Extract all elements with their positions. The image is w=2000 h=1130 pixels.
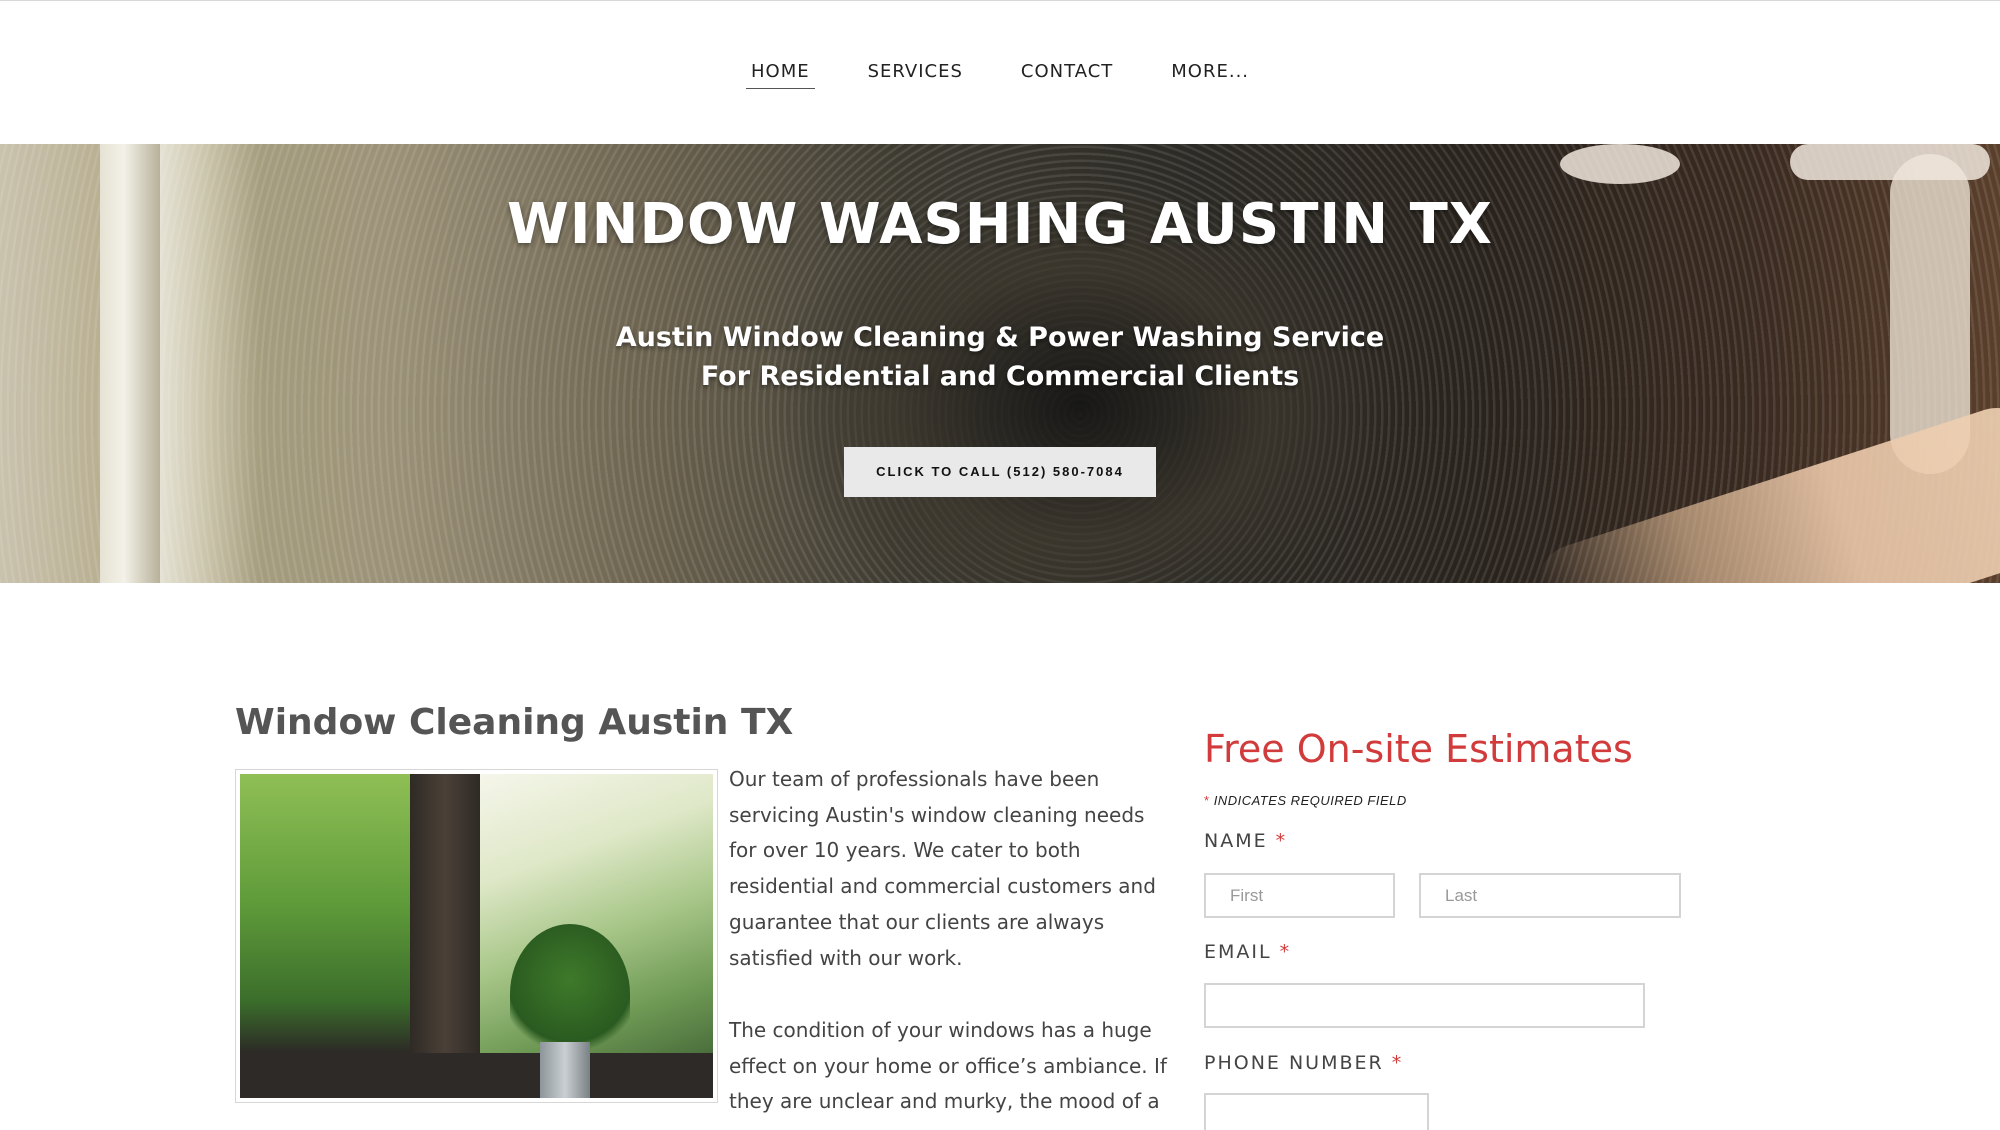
first-name-input[interactable]: First	[1204, 873, 1395, 918]
nav-contact[interactable]: CONTACT	[1016, 61, 1118, 88]
window-sill	[240, 1053, 713, 1098]
required-note-text: INDICATES REQUIRED FIELD	[1213, 793, 1407, 808]
main-nav: HOME SERVICES CONTACT MORE...	[0, 61, 2000, 89]
section-heading: Window Cleaning Austin TX	[235, 702, 794, 743]
email-label: EMAIL *	[1204, 941, 1291, 963]
hero-title: WINDOW WASHING AUSTIN TX	[507, 192, 1493, 257]
window-frame	[410, 774, 480, 1098]
phone-label: PHONE NUMBER *	[1204, 1052, 1403, 1074]
hero-subtitle-line-1: Austin Window Cleaning & Power Washing S…	[615, 322, 1385, 353]
hero-subtitle-line-2: For Residential and Commercial Clients	[700, 361, 1300, 392]
last-name-input[interactable]: Last	[1419, 873, 1681, 918]
hero-banner: WINDOW WASHING AUSTIN TX Austin Window C…	[0, 144, 2000, 583]
plant-pot	[540, 1042, 590, 1098]
nav-home[interactable]: HOME	[745, 61, 815, 89]
nav-services[interactable]: SERVICES	[863, 61, 968, 88]
phone-input[interactable]	[1204, 1093, 1429, 1130]
intro-paragraph: Our team of professionals have been serv…	[729, 767, 1156, 970]
estimate-form-title: Free On-site Estimates	[1204, 727, 1633, 771]
hero-soap-foam	[1790, 144, 1990, 180]
second-paragraph: The condition of your windows has a huge…	[729, 1018, 1167, 1114]
required-star: *	[1391, 1052, 1404, 1074]
required-star: *	[1279, 941, 1292, 963]
required-field-note: * INDICATES REQUIRED FIELD	[1204, 793, 1407, 808]
required-star: *	[1204, 793, 1210, 808]
window-photo	[235, 769, 718, 1103]
name-label-text: NAME	[1204, 830, 1268, 852]
nav-more[interactable]: MORE...	[1166, 61, 1254, 88]
hero-subtitle: Austin Window Cleaning & Power Washing S…	[0, 318, 2000, 396]
hero-soap-foam	[1560, 144, 1680, 184]
name-label: NAME *	[1204, 830, 1287, 852]
required-star: *	[1275, 830, 1288, 852]
top-navigation-bar: HOME SERVICES CONTACT MORE...	[0, 0, 2000, 144]
phone-label-text: PHONE NUMBER	[1204, 1052, 1384, 1074]
window-photo-image	[240, 774, 713, 1098]
email-label-text: EMAIL	[1204, 941, 1272, 963]
click-to-call-button[interactable]: CLICK TO CALL (512) 580-7084	[844, 447, 1156, 497]
email-input[interactable]	[1204, 983, 1645, 1028]
